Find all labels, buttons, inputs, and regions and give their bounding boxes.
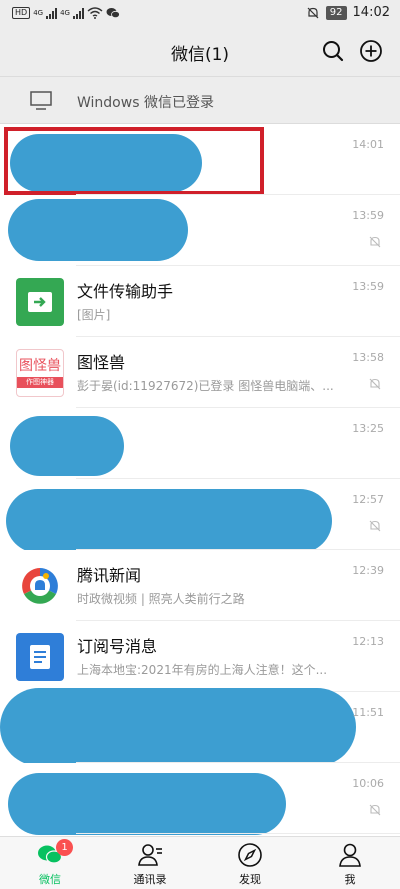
chat-name: 订阅号消息 [77, 637, 158, 656]
app-header: 微信(1) [0, 28, 400, 76]
chat-time: 10:06 [352, 777, 384, 790]
avatar-title: 图怪兽 [19, 358, 61, 374]
chat-row[interactable]: 14:01 [0, 124, 400, 195]
tab-label: 微信 [39, 873, 61, 886]
tab-label: 通讯录 [133, 873, 167, 886]
chat-name: 文件传输助手 [77, 282, 174, 301]
file-transfer-icon [16, 278, 64, 326]
chat-preview: 时政微视频 | 照亮人类前行之路 [77, 592, 245, 606]
signal-icon [46, 7, 58, 19]
chat-name: 腾讯新闻 [77, 566, 142, 585]
unread-badge: 1 [56, 839, 73, 856]
chat-time: 12:57 [352, 493, 384, 506]
chat-time: 13:59 [352, 209, 384, 222]
compass-icon [238, 843, 262, 867]
status-right: 92 14:02 [306, 5, 390, 20]
chat-row[interactable]: 11:51 [0, 688, 400, 766]
chat-row-tuguaishou[interactable]: 图怪兽 作图神器 图怪兽 彭于晏(id:11927672)已登录 图怪兽电脑端、… [0, 337, 400, 408]
chat-time: 13:25 [352, 422, 384, 435]
network-type-b: 4G [60, 9, 70, 17]
chat-time: 12:39 [352, 564, 384, 577]
status-bar: HD 4G 4G 92 14:02 [0, 0, 400, 28]
wifi-icon [87, 7, 103, 19]
tab-label: 我 [344, 873, 356, 886]
redaction-blob [8, 773, 286, 835]
chat-row-file-transfer[interactable]: 文件传输助手 [图片] 13:59 [0, 266, 400, 337]
mute-icon [369, 804, 381, 816]
banner-text: Windows 微信已登录 [77, 95, 214, 111]
highlight-box [4, 127, 264, 195]
wechat-notification-icon [106, 8, 120, 19]
monitor-icon [30, 91, 52, 110]
network-type-a: 4G [33, 9, 44, 17]
mute-icon [369, 236, 381, 248]
mute-icon [369, 378, 381, 390]
bottom-tab-bar: 1 微信 通讯录 发现 我 [0, 836, 400, 889]
redaction-blob [8, 199, 188, 261]
chat-time: 13:59 [352, 280, 384, 293]
tab-contacts[interactable]: 通讯录 [100, 837, 200, 889]
hd-indicator: HD [12, 7, 31, 19]
chat-time: 14:01 [352, 138, 384, 151]
redaction-blob [6, 489, 332, 553]
tuguaishou-logo: 图怪兽 作图神器 [16, 349, 64, 397]
tab-label: 发现 [239, 873, 261, 886]
chat-time: 12:13 [352, 635, 384, 648]
contacts-icon [138, 844, 162, 866]
chat-preview: 彭于晏(id:11927672)已登录 图怪兽电脑端、... [77, 379, 334, 393]
mute-icon [369, 520, 381, 532]
chat-name: 图怪兽 [77, 353, 126, 372]
windows-login-banner[interactable]: Windows 微信已登录 [0, 76, 400, 124]
person-icon [339, 843, 361, 867]
chat-row[interactable]: 13:25 [0, 408, 400, 479]
chat-row-subscriptions[interactable]: 订阅号消息 上海本地宝:2021年有房的上海人注意！这个... 12:13 [0, 621, 400, 692]
avatar-subtitle: 作图神器 [17, 377, 63, 388]
chat-list: 14:01 13:59 文件传输助手 [图片] 13:59 图怪兽 作图神器 图… [0, 124, 400, 836]
chat-preview: [图片] [77, 308, 111, 322]
redaction-blob [10, 416, 124, 476]
subscription-icon [16, 633, 64, 681]
tab-chats[interactable]: 1 微信 [0, 837, 100, 889]
chat-row[interactable]: 13:59 [0, 195, 400, 266]
plus-circle-icon[interactable] [358, 38, 384, 64]
chat-time: 13:58 [352, 351, 384, 364]
tab-discover[interactable]: 发现 [200, 837, 300, 889]
tencent-news-logo [16, 562, 64, 610]
chat-row[interactable]: 10:06 [0, 763, 400, 835]
search-icon[interactable] [320, 38, 346, 64]
chat-time: 11:51 [352, 706, 384, 719]
status-time: 14:02 [352, 5, 390, 20]
battery-indicator: 92 [325, 5, 347, 20]
mute-bell-icon [307, 7, 319, 18]
redaction-blob [0, 688, 356, 766]
chat-row-tencent-news[interactable]: 腾讯新闻 时政微视频 | 照亮人类前行之路 12:39 [0, 550, 400, 621]
signal-icon-2 [72, 7, 84, 19]
chat-row[interactable]: 12:57 [0, 479, 400, 553]
chat-preview: 上海本地宝:2021年有房的上海人注意！这个... [77, 663, 328, 677]
status-left: HD 4G 4G [12, 7, 120, 19]
tab-me[interactable]: 我 [300, 837, 400, 889]
